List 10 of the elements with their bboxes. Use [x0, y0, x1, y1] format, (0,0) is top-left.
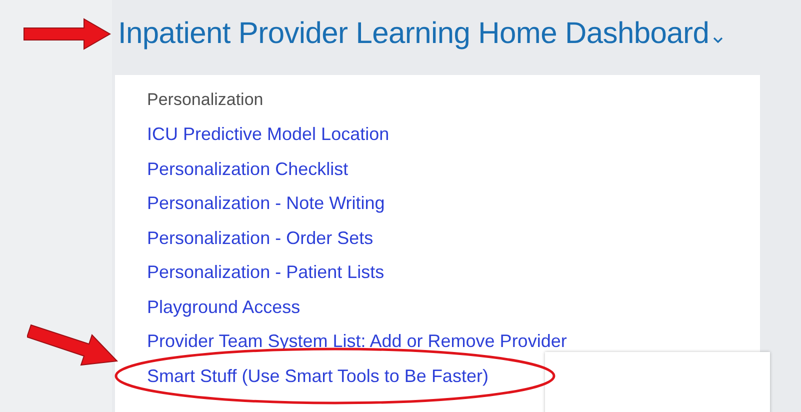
- menu-link[interactable]: Personalization - Note Writing: [147, 193, 385, 214]
- menu-link[interactable]: Personalization - Patient Lists: [147, 262, 384, 284]
- menu-link[interactable]: Playground Access: [147, 296, 300, 318]
- menu-heading: Personalization: [147, 90, 264, 110]
- menu-link[interactable]: Personalization - Order Sets: [147, 228, 374, 249]
- chevron-down-icon[interactable]: [713, 36, 724, 44]
- dashboard-title[interactable]: Inpatient Provider Learning Home Dashboard: [118, 16, 710, 50]
- menu-link[interactable]: ICU Predictive Model Location: [147, 124, 390, 146]
- menu-link[interactable]: Personalization Checklist: [147, 158, 348, 180]
- menu-link[interactable]: Provider Team System List: Add or Remove Provider: [147, 331, 567, 352]
